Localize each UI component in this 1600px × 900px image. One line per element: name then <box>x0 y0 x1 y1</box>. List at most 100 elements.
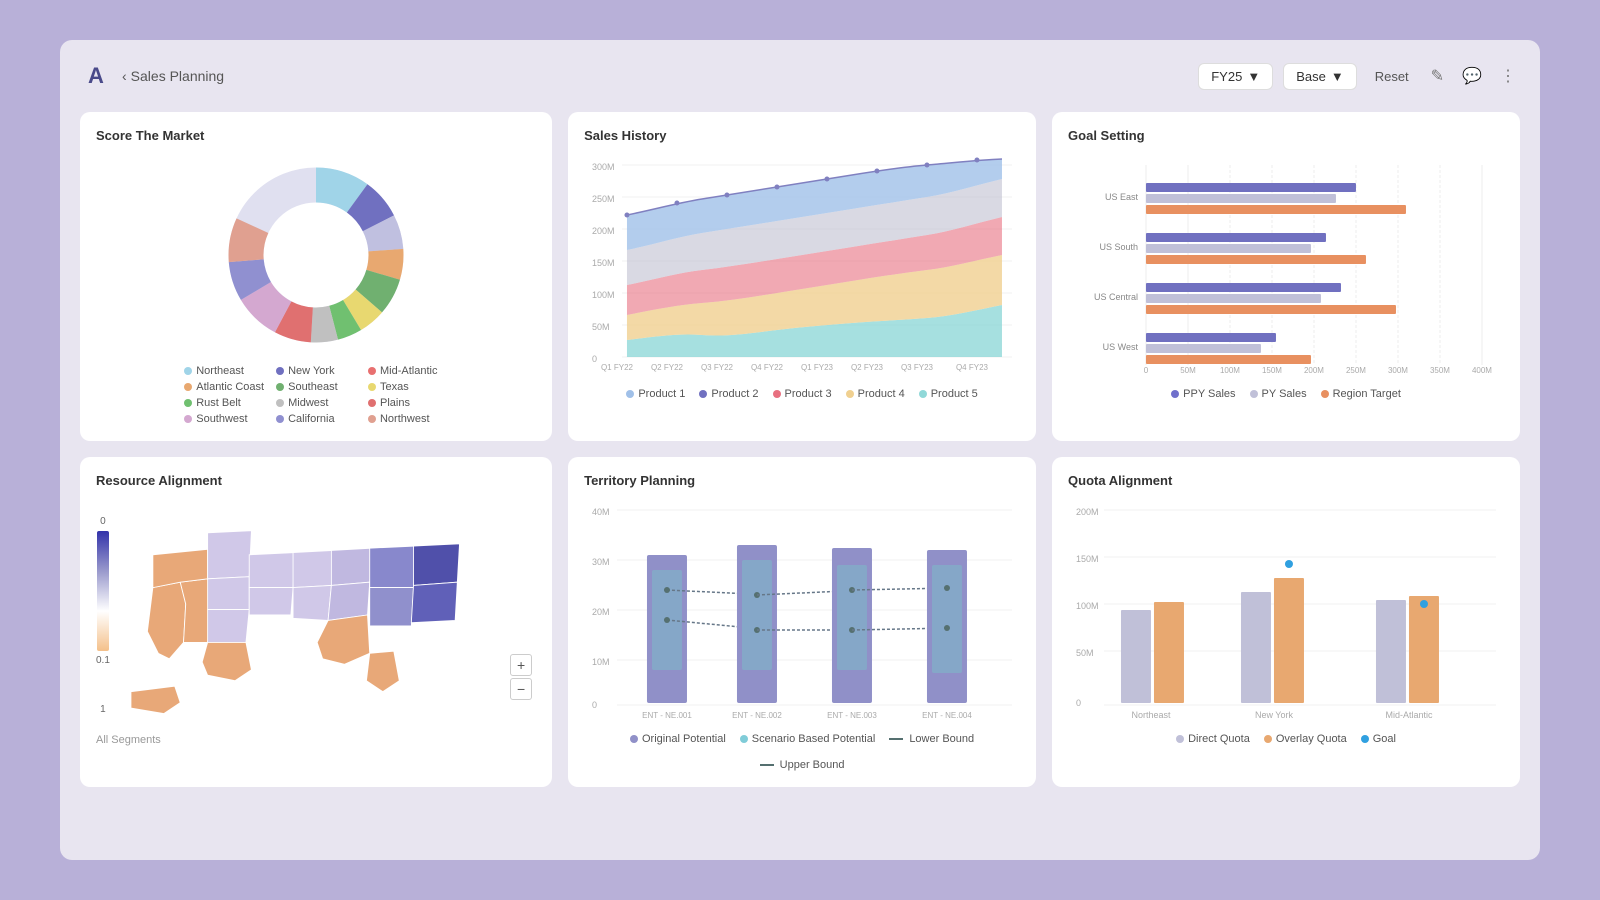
svg-text:0: 0 <box>1076 698 1081 708</box>
svg-text:US East: US East <box>1105 192 1139 202</box>
legend-ppysales: PPY Sales <box>1171 388 1235 400</box>
svg-text:300M: 300M <box>592 162 615 172</box>
score-market-title: Score The Market <box>96 128 536 143</box>
edit-icon[interactable]: ✎ <box>1427 62 1448 90</box>
legend-pysales: PY Sales <box>1250 388 1307 400</box>
p3-dot <box>773 390 781 398</box>
legend-scenario: Scenario Based Potential <box>740 733 876 745</box>
svg-text:100M: 100M <box>1220 366 1240 375</box>
base-dropdown[interactable]: Base ▼ <box>1283 63 1357 90</box>
svg-text:Mid-Atlantic: Mid-Atlantic <box>1386 710 1434 720</box>
svg-text:400M: 400M <box>1472 366 1492 375</box>
map-container: 0 0.1 1 <box>96 500 536 730</box>
legend-val-1: 0.1 <box>96 655 110 666</box>
ppysales-label: PPY Sales <box>1183 388 1235 400</box>
p2-dot <box>699 390 707 398</box>
sales-history-title: Sales History <box>584 128 1020 143</box>
comment-icon[interactable]: 💬 <box>1458 62 1486 90</box>
zoom-controls: + − <box>510 654 532 700</box>
svg-text:0: 0 <box>1144 366 1149 375</box>
rustbelt-dot <box>184 399 192 407</box>
svg-text:200M: 200M <box>1076 507 1099 517</box>
fy-dropdown[interactable]: FY25 ▼ <box>1198 63 1273 90</box>
p5-label: Product 5 <box>931 388 978 400</box>
legend-orig: Original Potential <box>630 733 726 745</box>
svg-text:300M: 300M <box>1388 366 1408 375</box>
svg-text:40M: 40M <box>592 507 610 517</box>
legend-northeast: Northeast <box>184 365 264 377</box>
legend-southwest-label: Southwest <box>196 413 247 425</box>
legend-atlanticcoast-label: Atlantic Coast <box>196 381 264 393</box>
scenario-dot <box>740 735 748 743</box>
sales-history-chart: 300M 250M 200M 150M 100M 50M 0 <box>584 155 1020 375</box>
back-button[interactable]: ‹ Sales Planning <box>122 68 224 84</box>
svg-text:Q2 FY22: Q2 FY22 <box>651 363 684 372</box>
legend-newyork: New York <box>276 365 356 377</box>
svg-text:100M: 100M <box>592 290 615 300</box>
northeast-dot <box>184 367 192 375</box>
legend-texas-label: Texas <box>380 381 409 393</box>
midwest-dot <box>276 399 284 407</box>
midatlantic-dot <box>368 367 376 375</box>
chevron-down-icon: ▼ <box>1331 69 1344 84</box>
map-legend: 0 0.1 1 <box>96 516 110 715</box>
newyork-dot <box>276 367 284 375</box>
lower-line <box>889 738 903 740</box>
legend-p4: Product 4 <box>846 388 905 400</box>
legend-goal: Goal <box>1361 733 1396 745</box>
legend-plains: Plains <box>368 397 448 409</box>
legend-southeast-label: Southeast <box>288 381 338 393</box>
legend-newyork-label: New York <box>288 365 334 377</box>
zoom-in-button[interactable]: + <box>510 654 532 676</box>
back-icon: ‹ <box>122 68 127 84</box>
legend-southwest: Southwest <box>184 413 264 425</box>
donut-container: Northeast New York Mid-Atlantic Atlantic… <box>96 155 536 425</box>
legend-lower: Lower Bound <box>889 733 974 745</box>
svg-text:20M: 20M <box>592 607 610 617</box>
svg-text:Q1 FY23: Q1 FY23 <box>801 363 834 372</box>
header-right: FY25 ▼ Base ▼ Reset ✎ 💬 ⋮ <box>1198 62 1520 90</box>
svg-text:50M: 50M <box>1180 366 1196 375</box>
svg-text:150M: 150M <box>1262 366 1282 375</box>
legend-overlay: Overlay Quota <box>1264 733 1347 745</box>
p2-label: Product 2 <box>711 388 758 400</box>
zoom-out-button[interactable]: − <box>510 678 532 700</box>
app-logo: A <box>80 60 112 92</box>
legend-northeast-label: Northeast <box>196 365 244 377</box>
svg-text:0: 0 <box>592 354 597 364</box>
quota-alignment-card: Quota Alignment 200M 150M 100M 50M 0 <box>1052 457 1520 787</box>
regiontarget-dot <box>1321 390 1329 398</box>
northwest-dot <box>368 415 376 423</box>
svg-text:Northeast: Northeast <box>1132 710 1172 720</box>
p3-label: Product 3 <box>785 388 832 400</box>
svg-text:New York: New York <box>1255 710 1294 720</box>
svg-text:Q2 FY23: Q2 FY23 <box>851 363 884 372</box>
legend-val-2: 1 <box>100 704 106 715</box>
svg-text:ENT - NE.004: ENT - NE.004 <box>922 711 972 720</box>
legend-midatlantic-label: Mid-Atlantic <box>380 365 437 377</box>
territory-planning-legend: Original Potential Scenario Based Potent… <box>584 733 1020 771</box>
quota-alignment-chart: 200M 150M 100M 50M 0 <box>1068 500 1504 720</box>
score-market-legend: Northeast New York Mid-Atlantic Atlantic… <box>184 365 448 425</box>
reset-button[interactable]: Reset <box>1367 64 1417 89</box>
more-icon[interactable]: ⋮ <box>1496 62 1520 90</box>
territory-planning-card: Territory Planning 40M 30M 20M 10M 0 <box>568 457 1036 787</box>
dashboard-grid: Score The Market <box>80 112 1520 787</box>
svg-text:ENT - NE.002: ENT - NE.002 <box>732 711 782 720</box>
goal-setting-card: Goal Setting US East US South US Central… <box>1052 112 1520 441</box>
texas-dot <box>368 383 376 391</box>
svg-text:ENT - NE.003: ENT - NE.003 <box>827 711 877 720</box>
direct-label: Direct Quota <box>1188 733 1250 745</box>
map-legend-bar <box>97 531 109 651</box>
goal-label: Goal <box>1373 733 1396 745</box>
svg-text:200M: 200M <box>592 226 615 236</box>
ppysales-dot <box>1171 390 1179 398</box>
svg-text:US South: US South <box>1099 242 1138 252</box>
svg-text:0: 0 <box>592 700 597 710</box>
legend-regiontarget: Region Target <box>1321 388 1401 400</box>
legend-texas: Texas <box>368 381 448 393</box>
p1-dot <box>626 390 634 398</box>
score-market-card: Score The Market <box>80 112 552 441</box>
p1-label: Product 1 <box>638 388 685 400</box>
lower-label: Lower Bound <box>909 733 974 745</box>
